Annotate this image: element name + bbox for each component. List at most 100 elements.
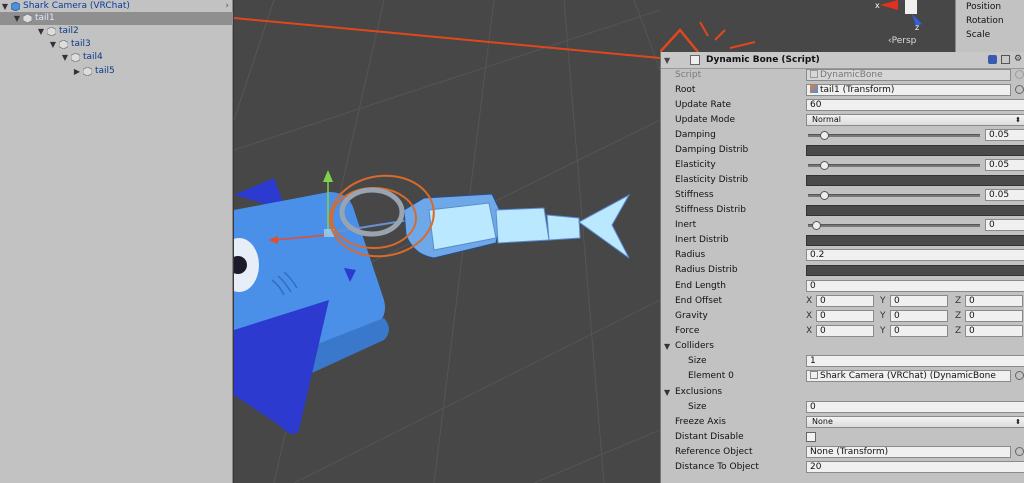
fold-arrow-icon[interactable]: ▼	[664, 56, 674, 65]
fold-arrow-icon[interactable]: ▼	[664, 339, 670, 354]
prop-update-rate: Update Rate 60	[661, 98, 1024, 113]
prop-elasticity-distrib: Elasticity Distrib	[661, 173, 1024, 188]
prop-label: Inert Distrib	[675, 235, 729, 245]
elasticity-slider[interactable]	[808, 161, 980, 170]
stiffness-slider[interactable]	[808, 191, 980, 200]
axis-y-label: Y	[880, 326, 886, 336]
prop-label: Size	[688, 356, 707, 366]
freeze-axis-dropdown[interactable]: None ⬍	[806, 416, 1024, 428]
prop-label: Root	[675, 85, 696, 95]
gizmo-x-cone-icon[interactable]	[880, 0, 898, 10]
hierarchy-item-label: tail3	[71, 39, 91, 49]
radius-distrib-curve[interactable]	[806, 265, 1024, 276]
hierarchy-item-tail4[interactable]: ▼ tail4	[0, 51, 103, 64]
axis-z-label: Z	[955, 296, 962, 306]
prop-label: Freeze Axis	[675, 417, 726, 427]
prop-label: Size	[688, 402, 707, 412]
prop-label: End Length	[675, 281, 727, 291]
radius-input[interactable]: 0.2	[806, 249, 1024, 261]
root-field[interactable]: tail1 (Transform)	[806, 84, 1011, 96]
damping-slider[interactable]	[808, 131, 980, 140]
prop-inert: Inert 0	[661, 218, 1024, 233]
end-offset-y-input[interactable]: 0	[890, 295, 948, 307]
prop-label: Damping	[675, 130, 716, 140]
dropdown-arrow-icon: ⬍	[1015, 116, 1021, 124]
gear-icon[interactable]: ⚙	[1014, 55, 1023, 64]
end-offset-z-input[interactable]: 0	[965, 295, 1023, 307]
gizmo-cube-icon[interactable]	[905, 0, 917, 14]
prop-force: Force X 0 Y 0 Z 0	[661, 324, 1024, 339]
prop-exclusions[interactable]: ▼ Exclusions	[661, 385, 1024, 400]
collider-element-field[interactable]: Shark Camera (VRChat) (DynamicBone	[806, 370, 1011, 382]
annotation-burst-line	[729, 41, 756, 49]
fold-arrow-icon[interactable]: ▼	[60, 51, 70, 64]
hierarchy-item-label: tail2	[59, 26, 79, 36]
hierarchy-item-tail5[interactable]: ▶ tail5	[0, 65, 115, 78]
prop-end-length: End Length 0	[661, 279, 1024, 294]
script-value: DynamicBone	[820, 70, 883, 80]
update-mode-dropdown[interactable]: Normal ⬍	[806, 114, 1024, 126]
inert-input[interactable]: 0	[985, 219, 1024, 231]
gameobject-icon	[23, 14, 32, 23]
tail-fin	[578, 193, 631, 259]
distant-disable-checkbox[interactable]	[806, 432, 816, 442]
gravity-x-input[interactable]: 0	[816, 310, 874, 322]
damping-distrib-curve[interactable]	[806, 145, 1024, 156]
component-header[interactable]: ▼ Dynamic Bone (Script) ⚙	[661, 52, 1024, 69]
elasticity-input[interactable]: 0.05	[985, 159, 1024, 171]
fold-arrow-icon[interactable]: ▼	[12, 12, 22, 25]
slider-knob[interactable]	[812, 221, 821, 230]
prop-colliders[interactable]: ▼ Colliders	[661, 339, 1024, 354]
slider-knob[interactable]	[819, 161, 829, 170]
stiffness-distrib-curve[interactable]	[806, 205, 1024, 216]
inert-distrib-curve[interactable]	[806, 235, 1024, 246]
prop-elasticity: Elasticity 0.05	[661, 158, 1024, 173]
gameobject-icon	[59, 40, 68, 49]
preset-icon[interactable]	[1001, 55, 1010, 64]
force-z-input[interactable]: 0	[965, 325, 1023, 337]
elasticity-distrib-curve[interactable]	[806, 175, 1024, 186]
object-picker-icon[interactable]	[1015, 447, 1024, 456]
component-title: Dynamic Bone (Script)	[706, 55, 820, 65]
end-offset-x-input[interactable]: 0	[816, 295, 874, 307]
component-enabled-checkbox[interactable]	[690, 55, 700, 65]
damping-input[interactable]: 0.05	[985, 129, 1024, 141]
reference-object-field[interactable]: None (Transform)	[806, 446, 1011, 458]
colliders-size-input[interactable]: 1	[806, 355, 1024, 367]
tail-segment-2	[495, 207, 550, 244]
object-picker-icon[interactable]	[1015, 371, 1024, 380]
gravity-z-input[interactable]: 0	[965, 310, 1023, 322]
fold-arrow-icon[interactable]: ▼	[36, 25, 46, 38]
exclusions-size-input[interactable]: 0	[806, 401, 1024, 413]
gravity-y-input[interactable]: 0	[890, 310, 948, 322]
update-rate-input[interactable]: 60	[806, 99, 1024, 111]
prop-label: Distance To Object	[675, 462, 759, 472]
hierarchy-item-tail1[interactable]: ▼ tail1	[0, 12, 233, 25]
stiffness-input[interactable]: 0.05	[985, 189, 1024, 201]
force-x-input[interactable]: 0	[816, 325, 874, 337]
persp-label[interactable]: ‹Persp	[888, 36, 916, 46]
distance-to-object-input[interactable]: 20	[806, 461, 1024, 473]
slider-knob[interactable]	[819, 131, 829, 140]
object-picker-icon[interactable]	[1015, 85, 1024, 94]
annotation-arrow-line	[234, 17, 660, 59]
gizmo-y-arrow-icon[interactable]	[323, 170, 333, 182]
hierarchy-item-tail2[interactable]: ▼ tail2	[0, 25, 79, 38]
prop-colliders-element-0: Element 0 Shark Camera (VRChat) (Dynamic…	[661, 369, 1024, 384]
annotation-arrowhead	[659, 28, 699, 53]
end-length-input[interactable]: 0	[806, 280, 1024, 292]
dropdown-value: None	[812, 417, 833, 426]
fold-arrow-icon[interactable]: ▼	[48, 38, 58, 51]
force-y-input[interactable]: 0	[890, 325, 948, 337]
slider-knob[interactable]	[819, 191, 829, 200]
scene-view[interactable]	[234, 0, 660, 483]
script-icon	[810, 70, 818, 78]
inert-slider[interactable]	[808, 221, 980, 230]
help-book-icon[interactable]	[988, 55, 997, 64]
prop-script: Script DynamicBone	[661, 68, 1024, 83]
fold-arrow-icon[interactable]: ▼	[664, 385, 670, 400]
prop-label: Distant Disable	[675, 432, 744, 442]
hierarchy-item-tail3[interactable]: ▼ tail3	[0, 38, 91, 51]
fold-arrow-icon[interactable]: ▶	[72, 65, 82, 78]
prop-label: Damping Distrib	[675, 145, 749, 155]
